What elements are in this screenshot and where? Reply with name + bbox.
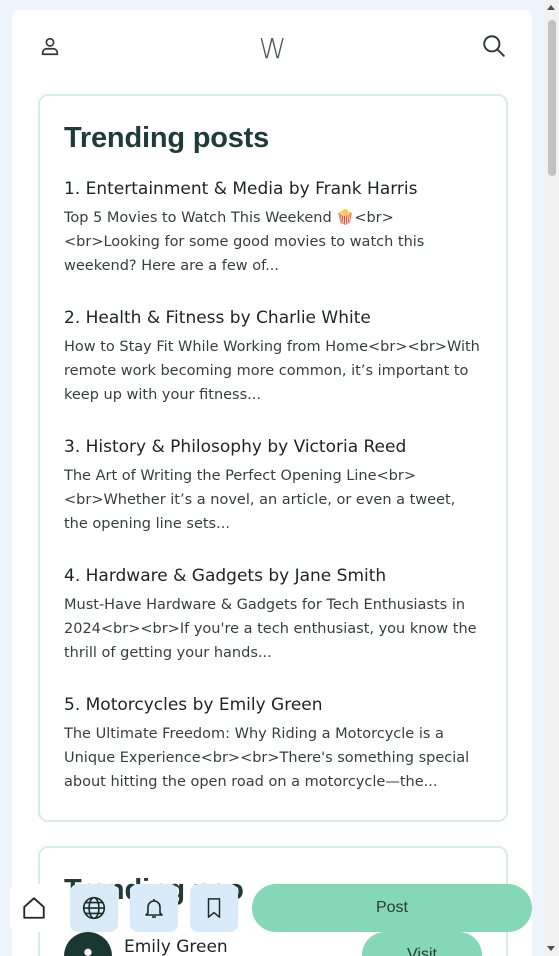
bookmarks-button[interactable] — [190, 884, 238, 932]
trending-post-item[interactable]: 2. Health & Fitness by Charlie White How… — [64, 306, 482, 407]
app-logo[interactable]: W — [259, 32, 287, 65]
scroll-down-arrow-icon[interactable] — [547, 946, 555, 951]
person-avatar-icon — [84, 948, 92, 956]
post-title[interactable]: 1. Entertainment & Media by Frank Harris — [64, 177, 482, 201]
profile-button[interactable] — [36, 32, 64, 60]
post-excerpt: The Ultimate Freedom: Why Riding a Motor… — [64, 726, 470, 790]
bell-icon — [145, 899, 163, 918]
trending-posts-title: Trending posts — [64, 122, 270, 154]
post-button[interactable]: Post — [252, 884, 532, 932]
bookmark-icon — [207, 898, 221, 918]
app-bar: W — [12, 10, 532, 82]
post-title[interactable]: 5. Motorcycles by Emily Green — [64, 693, 482, 717]
post-excerpt: How to Stay Fit While Working from Home<… — [64, 339, 480, 403]
trending-post-item[interactable]: 4. Hardware & Gadgets by Jane Smith Must… — [64, 564, 482, 665]
explore-button[interactable] — [70, 884, 118, 932]
scroll-up-arrow-icon[interactable] — [547, 5, 555, 10]
post-title[interactable]: 3. History & Philosophy by Victoria Reed — [64, 435, 482, 459]
visit-button[interactable]: Visit — [362, 932, 482, 956]
home-icon — [23, 897, 45, 919]
home-button[interactable] — [10, 884, 58, 932]
person-name[interactable]: Emily Green — [124, 937, 228, 956]
post-excerpt: Top 5 Movies to Watch This Weekend 🍿<br>… — [64, 210, 425, 274]
trending-post-item[interactable]: 3. History & Philosophy by Victoria Reed… — [64, 435, 482, 536]
post-excerpt: Must-Have Hardware & Gadgets for Tech En… — [64, 597, 477, 661]
search-button[interactable] — [480, 32, 508, 60]
bottom-toolbar: Post — [10, 884, 550, 932]
trending-post-item[interactable]: 5. Motorcycles by Emily Green The Ultima… — [64, 693, 482, 794]
person-row[interactable]: Emily Green — [64, 932, 228, 956]
post-title[interactable]: 4. Hardware & Gadgets by Jane Smith — [64, 564, 482, 588]
post-title[interactable]: 2. Health & Fitness by Charlie White — [64, 306, 482, 330]
notifications-button[interactable] — [130, 884, 178, 932]
trending-posts-list: 1. Entertainment & Media by Frank Harris… — [64, 177, 482, 794]
scrollbar-thumb[interactable] — [548, 20, 556, 176]
avatar[interactable] — [64, 932, 112, 956]
trending-posts-card: Trending posts 1. Entertainment & Media … — [38, 94, 508, 822]
trending-post-item[interactable]: 1. Entertainment & Media by Frank Harris… — [64, 177, 482, 278]
page-scrollbar[interactable] — [544, 0, 559, 956]
globe-icon — [82, 896, 106, 920]
person-icon — [41, 37, 59, 56]
post-excerpt: The Art of Writing the Perfect Opening L… — [64, 468, 456, 532]
search-icon — [483, 35, 505, 57]
